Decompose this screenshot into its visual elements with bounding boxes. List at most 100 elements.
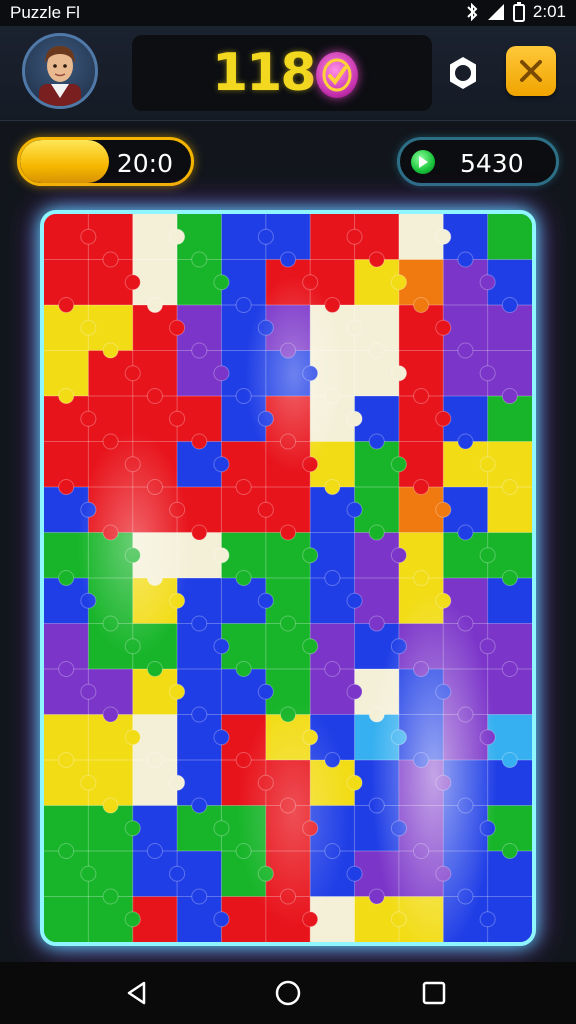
puzzle-knob — [257, 774, 274, 791]
puzzle-knob — [346, 774, 363, 791]
puzzle-knob — [368, 888, 385, 905]
status-bar: Puzzle Fl 2:01 — [0, 0, 576, 26]
puzzle-knob — [479, 911, 496, 928]
battery-icon — [512, 2, 525, 22]
puzzle-knob — [257, 410, 274, 427]
puzzle-knob — [169, 228, 186, 245]
puzzle-knob — [413, 296, 430, 314]
puzzle-knob — [390, 638, 407, 655]
puzzle-knob — [324, 478, 341, 496]
puzzle-knob — [279, 888, 297, 905]
puzzle-knob — [501, 751, 518, 769]
puzzle-knob — [58, 751, 75, 769]
puzzle-knob — [302, 547, 319, 564]
puzzle-knob — [80, 410, 97, 427]
puzzle-knob — [80, 683, 97, 700]
puzzle-knob — [368, 615, 385, 632]
puzzle-knob — [435, 592, 452, 609]
puzzle-knob — [457, 342, 474, 359]
puzzle-board[interactable] — [40, 210, 536, 946]
puzzle-knob — [479, 365, 496, 382]
home-button[interactable] — [273, 978, 303, 1008]
puzzle-knob — [235, 387, 252, 405]
puzzle-knob — [390, 456, 407, 473]
puzzle-knob — [324, 751, 341, 769]
puzzle-knob — [169, 865, 186, 882]
puzzle-knob — [324, 296, 341, 314]
puzzle-knob — [146, 478, 163, 496]
puzzle-knob — [124, 911, 141, 928]
puzzle-knob — [58, 569, 75, 587]
puzzle-knob — [191, 524, 208, 541]
puzzle-knob — [213, 365, 230, 382]
recents-button[interactable] — [419, 978, 449, 1008]
puzzle-knob — [257, 228, 274, 245]
puzzle-knob — [479, 274, 496, 291]
timer-progress: 20:0 — [17, 137, 194, 186]
puzzle-knob — [124, 274, 141, 291]
puzzle-piece[interactable] — [487, 214, 532, 260]
puzzle-knob — [235, 660, 252, 678]
puzzle-knob — [457, 797, 474, 814]
puzzle-knob — [213, 274, 230, 291]
puzzle-knob — [390, 365, 407, 382]
puzzle-knob — [58, 387, 75, 405]
app-title: Puzzle Fl — [10, 3, 80, 22]
puzzle-knob — [279, 615, 297, 632]
puzzle-knob — [102, 797, 119, 814]
puzzle-knob — [302, 729, 319, 746]
puzzle-knob — [235, 569, 252, 587]
puzzle-knob — [346, 228, 363, 245]
puzzle-knob — [302, 365, 319, 382]
puzzle-knob — [501, 569, 518, 587]
puzzle-knob — [146, 660, 163, 678]
puzzle-knob — [457, 524, 474, 541]
puzzle-knob — [80, 865, 97, 882]
score-display: 118 — [132, 35, 432, 111]
puzzle-knob — [479, 729, 496, 746]
back-button[interactable] — [122, 978, 152, 1008]
puzzle-knob — [413, 660, 430, 678]
avatar[interactable] — [22, 33, 98, 109]
puzzle-knob — [146, 842, 163, 860]
puzzle-knob — [479, 456, 496, 473]
gem-count: 5430 — [460, 149, 524, 178]
puzzle-knob — [146, 751, 163, 769]
puzzle-knob — [58, 660, 75, 678]
puzzle-knob — [457, 433, 474, 450]
puzzle-knob — [479, 547, 496, 564]
puzzle-knob — [457, 706, 474, 723]
puzzle-knob — [479, 820, 496, 837]
close-button[interactable] — [506, 46, 556, 96]
puzzle-knob — [257, 501, 274, 518]
puzzle-knob — [80, 774, 97, 791]
puzzle-knob — [413, 842, 430, 860]
puzzle-knob — [501, 387, 518, 405]
puzzle-knob — [102, 251, 119, 268]
puzzle-knob — [124, 456, 141, 473]
puzzle-knob — [324, 660, 341, 678]
puzzle-knob — [213, 729, 230, 746]
puzzle-knob — [169, 774, 186, 791]
puzzle-knob — [257, 319, 274, 336]
puzzle-knob — [324, 842, 341, 860]
puzzle-knob — [279, 524, 297, 541]
puzzle-grid[interactable] — [44, 214, 532, 942]
recents-square-icon — [422, 981, 446, 1005]
puzzle-knob — [58, 842, 75, 860]
puzzle-knob — [191, 888, 208, 905]
puzzle-knob — [169, 319, 186, 336]
puzzle-knob — [80, 592, 97, 609]
puzzle-knob — [346, 410, 363, 427]
puzzle-knob — [435, 501, 452, 518]
puzzle-knob — [191, 706, 208, 723]
puzzle-knob — [368, 797, 385, 814]
puzzle-knob — [346, 865, 363, 882]
settings-button[interactable] — [444, 54, 482, 92]
puzzle-knob — [390, 274, 407, 291]
puzzle-knob — [58, 478, 75, 496]
puzzle-piece[interactable] — [44, 896, 89, 943]
puzzle-knob — [302, 456, 319, 473]
puzzle-knob — [146, 569, 163, 587]
puzzle-knob — [235, 296, 252, 314]
